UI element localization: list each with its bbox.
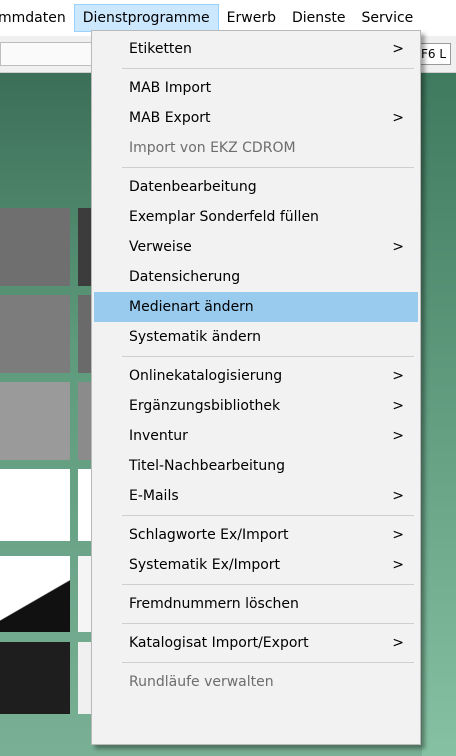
background-tile [78,208,92,286]
submenu-arrow-icon: > [392,239,404,255]
menu-item-label: Datensicherung [129,269,241,285]
background-tile [0,382,70,460]
menu-item-titel-nachbearbeitung[interactable]: Titel-Nachbearbeitung [94,451,418,481]
menu-item-label: Medienart ändern [129,299,254,315]
menu-separator [122,515,414,516]
dienstprogramme-dropdown-menu: Etiketten > MAB Import MAB Export > Import… [91,30,421,745]
menu-item-mab-import[interactable]: MAB Import [94,73,418,103]
menu-separator [122,623,414,624]
menu-separator [122,356,414,357]
menu-item-label: Katalogisat Import/Export [129,635,309,651]
menu-item-label: Fremdnummern löschen [129,596,299,612]
menu-item-etiketten[interactable]: Etiketten > [94,34,418,64]
menu-item-label: Inventur [129,428,188,444]
background-tile [78,469,92,541]
submenu-arrow-icon: > [392,527,404,543]
background-tile [78,382,92,460]
submenu-arrow-icon: > [392,398,404,414]
menu-item-label: Exemplar Sonderfeld füllen [129,209,319,225]
menu-item-label: Systematik ändern [129,329,262,345]
menu-item-inventur[interactable]: Inventur > [94,421,418,451]
menu-item-katalogisat-import-export[interactable]: Katalogisat Import/Export > [94,628,418,658]
menu-dienste[interactable]: Dienste [284,4,354,32]
submenu-arrow-icon: > [392,41,404,57]
menu-separator [122,167,414,168]
menu-separator [122,662,414,663]
menu-item-verweise[interactable]: Verweise > [94,232,418,262]
background-tile [0,295,70,373]
background-tile [0,642,70,714]
submenu-arrow-icon: > [392,428,404,444]
menu-item-fremdnummern-loeschen[interactable]: Fremdnummern löschen [94,589,418,619]
menu-item-label: MAB Import [129,80,212,96]
background-tile [0,556,70,632]
menu-separator [122,68,414,69]
background-tile [78,642,92,714]
menu-item-systematik-aendern[interactable]: Systematik ändern [94,322,418,352]
background-strip [422,73,456,756]
submenu-arrow-icon: > [392,110,404,126]
menu-item-mab-export[interactable]: MAB Export > [94,103,418,133]
f6-shortcut-hint[interactable]: F6 L [416,43,452,65]
menu-item-rundlaeufe-verwalten: Rundläufe verwalten [94,667,418,697]
menu-item-label: E-Mails [129,488,179,504]
menu-item-datenbearbeitung[interactable]: Datenbearbeitung [94,172,418,202]
submenu-arrow-icon: > [392,557,404,573]
menu-item-datensicherung[interactable]: Datensicherung [94,262,418,292]
background-tile [78,556,92,632]
menu-item-label: MAB Export [129,110,211,126]
menu-item-schlagworte-ex-import[interactable]: Schlagworte Ex/Import > [94,520,418,550]
menu-item-label: Systematik Ex/Import [129,557,281,573]
menu-item-label: Onlinekatalogisierung [129,368,283,384]
menu-separator [122,584,414,585]
menu-item-exemplar-sonderfeld[interactable]: Exemplar Sonderfeld füllen [94,202,418,232]
background-tile [78,295,92,373]
menu-item-label: Rundläufe verwalten [129,674,274,690]
menu-item-ergaenzungsbibliothek[interactable]: Ergänzungsbibliothek > [94,391,418,421]
menu-service[interactable]: Service [354,4,422,32]
menu-item-onlinekatalogisierung[interactable]: Onlinekatalogisierung > [94,361,418,391]
menu-item-label: Datenbearbeitung [129,179,257,195]
background-tile [0,208,70,286]
submenu-arrow-icon: > [392,488,404,504]
menu-item-label: Titel-Nachbearbeitung [129,458,286,474]
menu-item-import-ekz-cdrom: Import von EKZ CDROM [94,133,418,163]
menu-erwerb[interactable]: Erwerb [219,4,284,32]
submenu-arrow-icon: > [392,368,404,384]
menu-item-medienart-aendern[interactable]: Medienart ändern [94,292,418,322]
menu-dienstprogramme[interactable]: Dienstprogramme [73,4,219,32]
background-tile [0,469,70,541]
menu-item-systematik-ex-import[interactable]: Systematik Ex/Import > [94,550,418,580]
menu-item-label: Import von EKZ CDROM [129,140,296,156]
toolbar-input[interactable] [0,42,92,66]
menu-item-label: Ergänzungsbibliothek [129,398,281,414]
menu-item-e-mails[interactable]: E-Mails > [94,481,418,511]
menu-item-label: Schlagworte Ex/Import [129,527,289,543]
menu-stammdaten[interactable]: mmdaten [0,4,74,32]
submenu-arrow-icon: > [392,635,404,651]
menu-item-label: Verweise [129,239,192,255]
menu-item-label: Etiketten [129,41,192,57]
